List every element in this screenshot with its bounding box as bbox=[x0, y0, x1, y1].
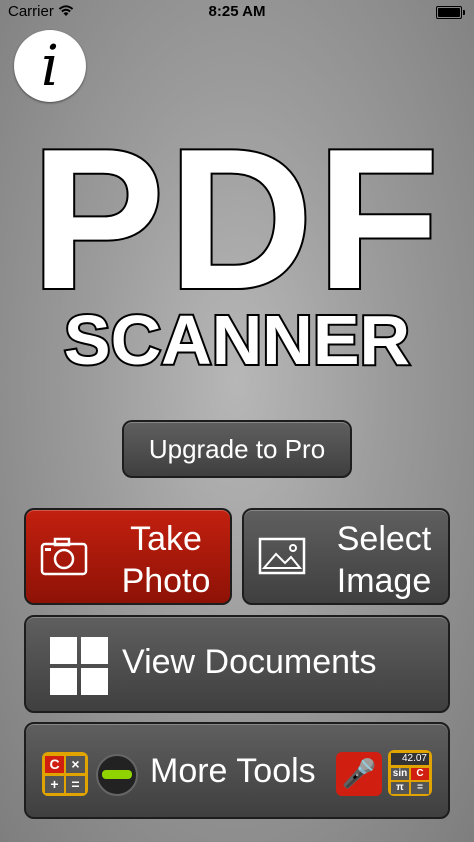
select-image-label-line2: Image bbox=[336, 562, 432, 600]
calc-key: × bbox=[66, 756, 85, 773]
more-tools-button[interactable]: C × + = More Tools 🎤 42.07 sin C π = bbox=[24, 722, 450, 819]
status-bar: Carrier 8:25 AM bbox=[0, 0, 474, 24]
camera-icon bbox=[40, 536, 88, 581]
take-photo-label-line2: Photo bbox=[121, 562, 211, 600]
upgrade-label: Upgrade to Pro bbox=[148, 433, 326, 464]
calculator-icon: C × + = bbox=[42, 752, 88, 796]
sci-calc-key: π bbox=[391, 782, 409, 794]
status-time: 8:25 AM bbox=[208, 3, 266, 20]
bubble-level-icon bbox=[96, 754, 138, 796]
sci-calc-key: sin bbox=[391, 768, 409, 780]
take-photo-button[interactable]: Take Photo bbox=[24, 508, 232, 605]
select-image-label: Select Image bbox=[320, 518, 448, 602]
view-documents-label: View Documents bbox=[122, 643, 377, 681]
select-image-label-line1: Select bbox=[336, 520, 432, 558]
battery-icon bbox=[436, 6, 465, 19]
calc-key: = bbox=[66, 776, 85, 793]
calc-key: C bbox=[45, 756, 64, 773]
upgrade-to-pro-button[interactable]: Upgrade to Pro bbox=[122, 420, 352, 478]
microphone-icon: 🎤 bbox=[336, 752, 382, 796]
view-documents-button[interactable]: View Documents bbox=[24, 615, 450, 713]
take-photo-label: Take Photo bbox=[104, 518, 228, 602]
info-icon: i bbox=[41, 33, 59, 99]
sci-calc-display: 42.07 bbox=[391, 753, 429, 765]
sci-calc-key: C bbox=[411, 768, 429, 780]
scientific-calculator-icon: 42.07 sin C π = bbox=[388, 750, 432, 796]
more-tools-label: More Tools bbox=[150, 752, 316, 790]
take-photo-label-line1: Take bbox=[130, 520, 202, 558]
grid-icon bbox=[50, 637, 108, 695]
select-image-button[interactable]: Select Image bbox=[242, 508, 450, 605]
calc-key: + bbox=[45, 776, 64, 793]
sci-calc-key: = bbox=[411, 782, 429, 794]
app-title-scanner: SCANNER bbox=[62, 299, 412, 381]
info-button[interactable]: i bbox=[14, 30, 86, 102]
more-tools-content: C × + = More Tools 🎤 42.07 sin C π = bbox=[26, 724, 448, 817]
image-icon bbox=[258, 536, 306, 581]
app-title-pdf: PDF bbox=[29, 108, 443, 331]
